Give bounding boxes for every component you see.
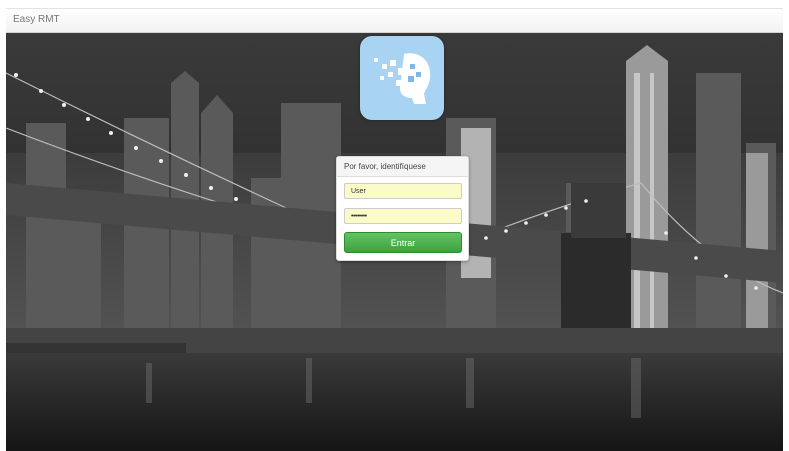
password-field[interactable]	[344, 208, 462, 224]
brand-link[interactable]: Easy RMT	[13, 14, 60, 25]
login-heading: Por favor, identifíquese	[337, 157, 468, 177]
navbar: Easy RMT	[6, 8, 783, 33]
login-page: Easy RMT Por favor, identifíquese User •…	[0, 0, 789, 451]
head-profile-pixels-icon	[374, 53, 431, 104]
login-panel: Por favor, identifíquese Entrar	[336, 156, 469, 261]
submit-button[interactable]: Entrar	[344, 232, 462, 253]
app-logo	[360, 36, 444, 120]
username-field[interactable]	[344, 183, 462, 199]
